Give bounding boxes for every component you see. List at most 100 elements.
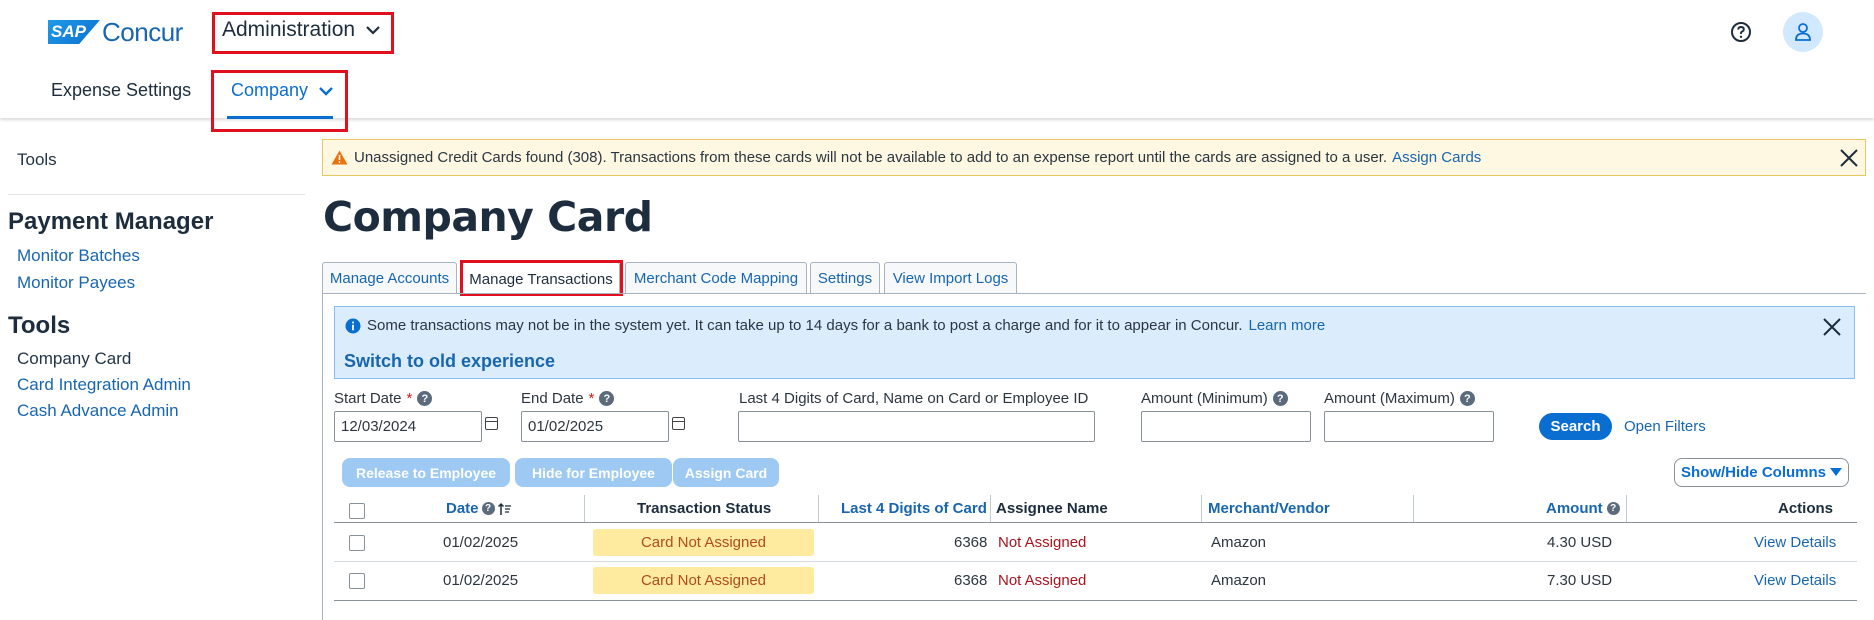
- sidebar-item-card-integration-admin[interactable]: Card Integration Admin: [17, 375, 191, 395]
- column-separator: [818, 495, 819, 522]
- column-separator: [1413, 495, 1414, 522]
- warning-icon: [331, 150, 348, 165]
- tabs-baseline: [322, 293, 1866, 294]
- row-assignee: Not Assigned: [998, 572, 1087, 589]
- help-icon[interactable]: ?: [1459, 391, 1475, 406]
- amount-max-label: Amount (Maximum) ?: [1324, 390, 1475, 407]
- tab-view-import-logs[interactable]: View Import Logs: [884, 262, 1017, 294]
- view-details-link[interactable]: View Details: [1754, 572, 1836, 589]
- warning-message: Unassigned Credit Cards found (308). Tra…: [354, 149, 1388, 166]
- sidebar-item-company-card[interactable]: Company Card: [17, 349, 131, 369]
- administration-menu[interactable]: Administration: [222, 18, 381, 42]
- card-search-label: Last 4 Digits of Card, Name on Card or E…: [739, 390, 1088, 407]
- amount-min-label-text: Amount (Minimum): [1141, 390, 1268, 407]
- calendar-icon[interactable]: [485, 417, 498, 430]
- card-search-label-text: Last 4 Digits of Card, Name on Card or E…: [739, 390, 1089, 407]
- search-button[interactable]: Search: [1539, 413, 1612, 440]
- amount-min-input[interactable]: [1141, 411, 1311, 442]
- help-icon[interactable]: ?: [417, 391, 433, 406]
- open-filters-link[interactable]: Open Filters: [1624, 418, 1706, 435]
- column-header-transaction-status: Transaction Status: [637, 500, 772, 517]
- sidebar-item-monitor-payees[interactable]: Monitor Payees: [17, 273, 135, 293]
- required-marker: *: [406, 390, 413, 407]
- tab-merchant-code-mapping[interactable]: Merchant Code Mapping: [625, 262, 807, 294]
- column-header-last4[interactable]: Last 4 Digits of Card: [841, 500, 987, 517]
- amount-max-label-text: Amount (Maximum): [1324, 390, 1455, 407]
- card-search-input[interactable]: [738, 411, 1095, 442]
- row-last4: 6368: [954, 534, 988, 551]
- view-details-link[interactable]: View Details: [1754, 534, 1836, 551]
- column-separator: [990, 495, 991, 522]
- sap-logo: SAP: [48, 20, 100, 44]
- user-profile-button[interactable]: [1783, 12, 1823, 52]
- column-header-assignee: Assignee Name: [996, 500, 1108, 517]
- sidebar-item-monitor-batches[interactable]: Monitor Batches: [17, 246, 140, 266]
- row-merchant: Amazon: [1211, 534, 1267, 551]
- status-badge: Card Not Assigned: [593, 529, 814, 556]
- column-header-amount-label: Amount: [1546, 500, 1603, 517]
- release-to-employee-button[interactable]: Release to Employee: [342, 458, 510, 487]
- close-icon[interactable]: [1822, 317, 1842, 337]
- end-date-label-text: End Date: [521, 390, 584, 407]
- panel-border: [322, 293, 323, 620]
- start-date-input[interactable]: 12/03/2024: [334, 411, 482, 442]
- show-hide-columns-button[interactable]: Show/Hide Columns: [1674, 458, 1849, 487]
- row-date: 01/02/2025: [443, 534, 519, 551]
- amount-max-input[interactable]: [1324, 411, 1494, 442]
- help-icon[interactable]: ?: [481, 502, 495, 515]
- end-date-input[interactable]: 01/02/2025: [521, 411, 669, 442]
- help-icon[interactable]: ?: [599, 391, 615, 406]
- row-checkbox[interactable]: [349, 535, 365, 551]
- column-header-amount[interactable]: Amount ?: [1546, 500, 1620, 517]
- close-icon[interactable]: [1839, 148, 1859, 168]
- info-message: Some transactions may not be in the syst…: [367, 317, 1243, 334]
- tab-manage-transactions[interactable]: Manage Transactions: [462, 262, 620, 295]
- amount-min-label: Amount (Minimum) ?: [1141, 390, 1288, 407]
- status-badge: Card Not Assigned: [593, 567, 814, 594]
- table-header-divider: [334, 522, 1857, 523]
- assign-card-button[interactable]: Assign Card: [673, 458, 779, 487]
- row-last4: 6368: [954, 572, 988, 589]
- required-marker: *: [588, 390, 595, 407]
- select-all-checkbox[interactable]: [349, 503, 365, 519]
- column-header-date-label: Date: [446, 500, 479, 517]
- column-separator: [584, 495, 585, 522]
- unassigned-cards-warning: Unassigned Credit Cards found (308). Tra…: [322, 139, 1866, 176]
- sort-icon[interactable]: [497, 502, 512, 516]
- nav-company[interactable]: Company: [231, 80, 334, 101]
- row-merchant: Amazon: [1211, 572, 1267, 589]
- row-assignee: Not Assigned: [998, 534, 1087, 551]
- sidebar-divider: [8, 194, 305, 195]
- page-title: Company Card: [323, 193, 653, 241]
- hide-for-employee-button[interactable]: Hide for Employee: [515, 458, 672, 487]
- start-date-label-text: Start Date: [334, 390, 402, 407]
- column-header-merchant[interactable]: Merchant/Vendor: [1208, 500, 1330, 517]
- show-hide-columns-label: Show/Hide Columns: [1680, 464, 1826, 481]
- column-separator: [1626, 495, 1627, 522]
- column-header-date[interactable]: Date ?: [446, 500, 512, 517]
- row-amount: 7.30 USD: [1547, 572, 1613, 589]
- help-icon: [1731, 22, 1751, 42]
- chevron-down-icon: [366, 26, 380, 35]
- tab-manage-accounts[interactable]: Manage Accounts: [322, 262, 457, 294]
- end-date-label: End Date * ?: [521, 390, 615, 407]
- payment-manager-heading: Payment Manager: [8, 208, 214, 235]
- nav-expense-settings[interactable]: Expense Settings: [51, 80, 191, 101]
- concur-logo-text: Concur: [102, 17, 183, 47]
- help-icon[interactable]: ?: [1272, 391, 1288, 406]
- calendar-icon[interactable]: [672, 417, 685, 430]
- nav-active-indicator: [227, 116, 333, 119]
- learn-more-link[interactable]: Learn more: [1249, 317, 1326, 334]
- assign-cards-link[interactable]: Assign Cards: [1392, 149, 1481, 166]
- sidebar-tools-link[interactable]: Tools: [17, 150, 57, 170]
- info-banner: Some transactions may not be in the syst…: [334, 306, 1855, 379]
- user-icon: [1795, 23, 1811, 41]
- row-checkbox[interactable]: [349, 573, 365, 589]
- sidebar-item-cash-advance-admin[interactable]: Cash Advance Admin: [17, 401, 179, 421]
- switch-old-experience-link[interactable]: Switch to old experience: [344, 351, 555, 372]
- row-divider: [334, 561, 1857, 562]
- tab-settings[interactable]: Settings: [810, 262, 880, 294]
- help-icon[interactable]: ?: [1606, 502, 1620, 515]
- chevron-down-icon: [319, 86, 333, 96]
- help-button[interactable]: [1721, 12, 1761, 52]
